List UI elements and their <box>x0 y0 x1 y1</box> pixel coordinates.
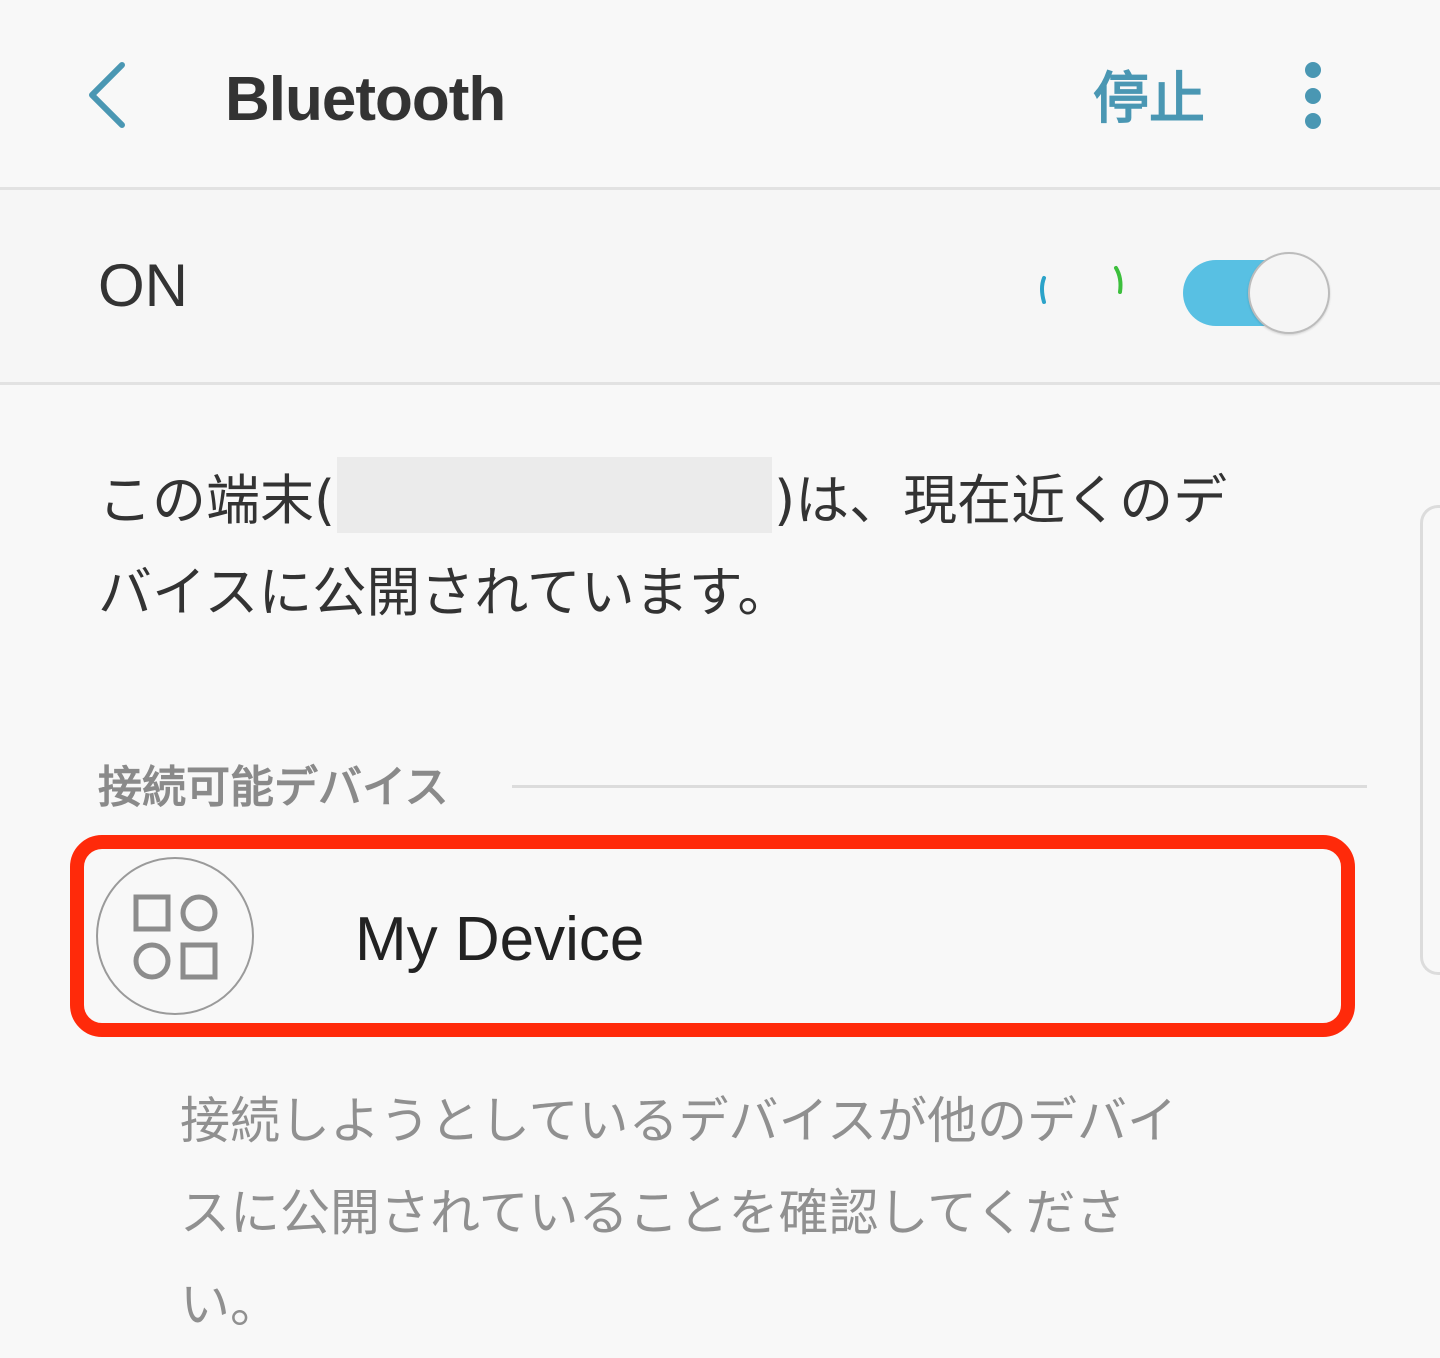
chevron-left-icon <box>89 62 125 128</box>
visibility-text-line2: バイスに公開されています。 <box>98 561 792 624</box>
side-panel-handle[interactable] <box>1420 505 1440 975</box>
app-bar: Bluetooth 停止 <box>0 0 1440 188</box>
bluetooth-switch[interactable] <box>1183 252 1333 334</box>
more-vert-icon <box>1305 62 1321 129</box>
device-list-item[interactable]: My Device <box>70 835 1355 1035</box>
visibility-text-start: この端末( <box>98 469 336 532</box>
divider <box>0 382 1440 385</box>
hint-line1: 接続しようとしているデバイスが他のデバイ <box>180 1092 1177 1150</box>
hint-line3: い。 <box>180 1276 280 1334</box>
visibility-description: この端末( )は、現在近くのデ バイスに公開されています。 <box>98 455 1338 639</box>
section-title-available-devices: 接続可能デバイス <box>98 762 449 813</box>
stop-button[interactable]: 停止 <box>1093 60 1205 140</box>
bluetooth-settings-screen: Bluetooth 停止 ON この端末( )は、現在近くのデ バイスに公開されて… <box>0 0 1440 1358</box>
switch-knob <box>1248 252 1330 334</box>
device-generic-icon <box>133 894 218 980</box>
visibility-text-line1: )は、現在近くのデ <box>774 469 1228 532</box>
scanning-spinner-icon <box>1040 266 1123 304</box>
connection-hint: 接続しようとしているデバイスが他のデバイ スに公開されていることを確認してくださ… <box>180 1075 1260 1351</box>
more-options-button[interactable] <box>1288 58 1338 138</box>
device-avatar <box>96 857 254 1015</box>
toggle-state-label: ON <box>98 252 188 319</box>
page-title: Bluetooth <box>225 65 506 134</box>
back-button[interactable] <box>70 55 150 135</box>
masked-device-name <box>337 457 773 533</box>
section-divider <box>512 785 1367 788</box>
bluetooth-toggle-row[interactable]: ON <box>0 190 1440 382</box>
hint-line2: スに公開されていることを確認してくださ <box>180 1184 1126 1242</box>
device-name: My Device <box>355 905 645 974</box>
